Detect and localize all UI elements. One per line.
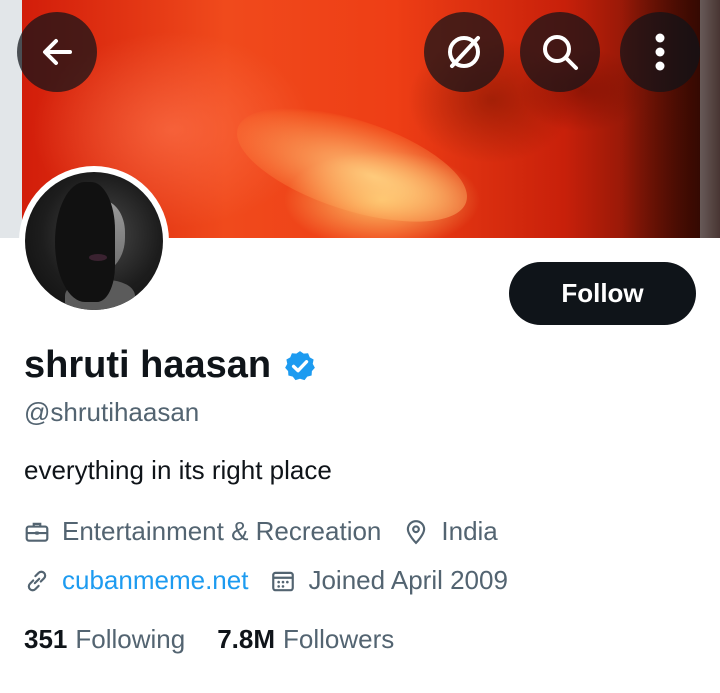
link-icon xyxy=(27,570,47,591)
location-pin-icon xyxy=(407,519,426,544)
website-link[interactable]: cubanmeme.net xyxy=(62,565,248,596)
avatar[interactable] xyxy=(19,166,169,316)
followers-stat[interactable]: 7.8M Followers xyxy=(217,624,394,655)
grok-icon xyxy=(448,36,480,68)
calendar-icon xyxy=(272,571,295,591)
profile-location: India xyxy=(403,516,498,547)
followers-count: 7.8M xyxy=(217,624,276,654)
back-button[interactable] xyxy=(17,12,97,92)
profile-name-row: shruti haasan xyxy=(24,344,317,387)
search-icon xyxy=(543,35,578,70)
verified-badge-icon[interactable] xyxy=(283,349,317,383)
profile-joined: Joined April 2009 xyxy=(270,565,508,596)
profile-bio: everything in its right place xyxy=(24,455,332,485)
profile-meta-row: Entertainment & Recreation India xyxy=(24,516,520,547)
category-label: Entertainment & Recreation xyxy=(62,516,382,546)
grok-button[interactable] xyxy=(424,12,504,92)
follow-button[interactable]: Follow xyxy=(509,262,696,325)
profile-stats: 351 Following 7.8M Followers xyxy=(24,624,426,655)
profile-handle: @shrutihaasan xyxy=(24,397,200,427)
followers-label: Followers xyxy=(283,624,395,654)
more-vertical-icon xyxy=(655,33,665,71)
profile-website[interactable]: cubanmeme.net xyxy=(24,565,248,596)
display-name: shruti haasan xyxy=(24,344,272,386)
profile-meta-row-2: cubanmeme.net Joined April 2009 xyxy=(24,565,530,596)
profile-category: Entertainment & Recreation xyxy=(24,516,381,547)
following-count: 351 xyxy=(24,624,68,654)
search-button[interactable] xyxy=(520,12,600,92)
joined-label: Joined April 2009 xyxy=(308,565,508,595)
arrow-left-icon xyxy=(43,39,72,65)
following-label: Following xyxy=(75,624,186,654)
avatar-hair xyxy=(55,182,115,302)
following-stat[interactable]: 351 Following xyxy=(24,624,185,655)
location-label: India xyxy=(441,516,498,546)
more-options-button[interactable] xyxy=(620,12,700,92)
avatar-lips xyxy=(89,254,107,261)
briefcase-icon xyxy=(25,522,49,542)
avatar-image xyxy=(25,172,163,310)
banner-flower-petal xyxy=(223,85,481,238)
